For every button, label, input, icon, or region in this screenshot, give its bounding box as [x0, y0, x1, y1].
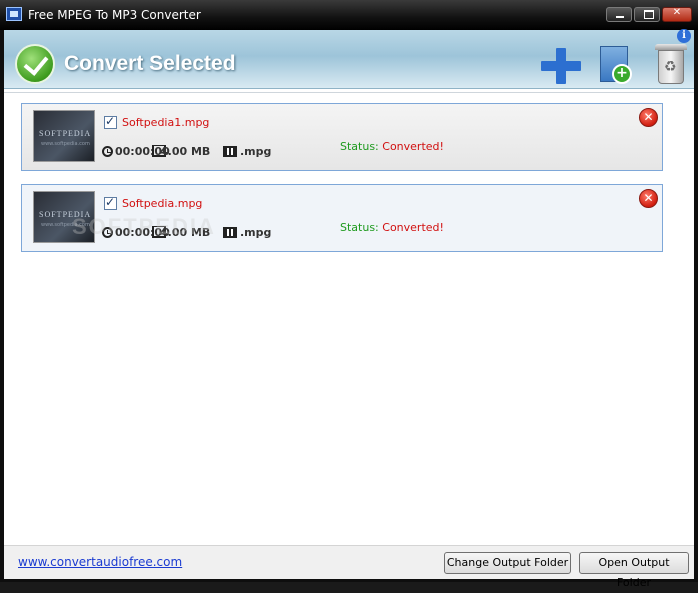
maximize-button[interactable] — [634, 7, 660, 22]
convert-selected-label[interactable]: Convert Selected — [64, 52, 236, 76]
status-value: Converted! — [382, 140, 444, 153]
list-item[interactable]: SOFTPEDIA www.softpedia.com Softpedia1.m… — [21, 103, 663, 171]
thumbnail-brand: SOFTPEDIA — [39, 210, 92, 219]
title-bar[interactable]: Free MPEG To MP3 Converter ✕ — [0, 0, 698, 30]
file-name: Softpedia1.mpg — [122, 116, 210, 129]
file-checkbox[interactable] — [104, 195, 117, 210]
status-label: Status: — [340, 221, 379, 234]
recycle-bin-body — [658, 50, 684, 84]
remove-item-icon[interactable]: ✕ — [639, 189, 658, 208]
thumbnail-brand: SOFTPEDIA — [39, 129, 92, 138]
file-checkbox[interactable] — [104, 114, 117, 129]
file-list: SOFTPEDIA www.softpedia.com Softpedia1.m… — [4, 92, 694, 545]
footer: www.convertaudiofree.com Change Output F… — [4, 545, 694, 589]
close-icon: ✕ — [672, 7, 682, 18]
remove-item-icon[interactable]: ✕ — [639, 108, 658, 127]
list-item[interactable]: SOFTPEDIA www.softpedia.com Softpedia.mp… — [21, 184, 663, 252]
file-size: 4.00 MB — [160, 145, 211, 158]
clock-icon — [102, 146, 113, 157]
file-size: 4.00 MB — [160, 226, 211, 239]
website-link[interactable]: www.convertaudiofree.com — [18, 555, 182, 569]
add-icon[interactable] — [541, 48, 581, 84]
info-icon[interactable]: i — [677, 29, 691, 43]
checkmark-icon — [23, 50, 49, 76]
convert-selected-button[interactable] — [15, 44, 55, 84]
toolbar: Convert Selected + i — [4, 29, 694, 89]
clock-icon — [102, 227, 113, 238]
window-title: Free MPEG To MP3 Converter — [28, 8, 201, 22]
status-value: Converted! — [382, 221, 444, 234]
app-icon — [6, 7, 22, 21]
minimize-button[interactable] — [606, 7, 632, 22]
file-status: Status: Converted! — [340, 221, 444, 234]
app-window: Free MPEG To MP3 Converter ✕ Convert Sel… — [0, 0, 698, 589]
film-icon — [223, 146, 237, 157]
open-output-folder-button[interactable]: Open Output Folder — [579, 552, 689, 589]
file-extension: .mpg — [240, 226, 272, 239]
file-extension: .mpg — [240, 145, 272, 158]
add-folder-plus-icon[interactable]: + — [612, 64, 632, 84]
film-icon — [223, 227, 237, 238]
video-thumbnail: SOFTPEDIA www.softpedia.com — [33, 191, 95, 243]
thumbnail-url: www.softpedia.com — [41, 141, 90, 147]
file-status: Status: Converted! — [340, 140, 444, 153]
recycle-bin-icon[interactable] — [655, 44, 687, 84]
thumbnail-url: www.softpedia.com — [41, 222, 90, 228]
status-label: Status: — [340, 140, 379, 153]
change-output-folder-button[interactable]: Change Output Folder — [444, 552, 571, 574]
video-thumbnail: SOFTPEDIA www.softpedia.com — [33, 110, 95, 162]
client-area: Convert Selected + i SOFTPEDIA www.softp… — [4, 29, 694, 589]
close-button[interactable]: ✕ — [662, 7, 692, 22]
file-name: Softpedia.mpg — [122, 197, 203, 210]
